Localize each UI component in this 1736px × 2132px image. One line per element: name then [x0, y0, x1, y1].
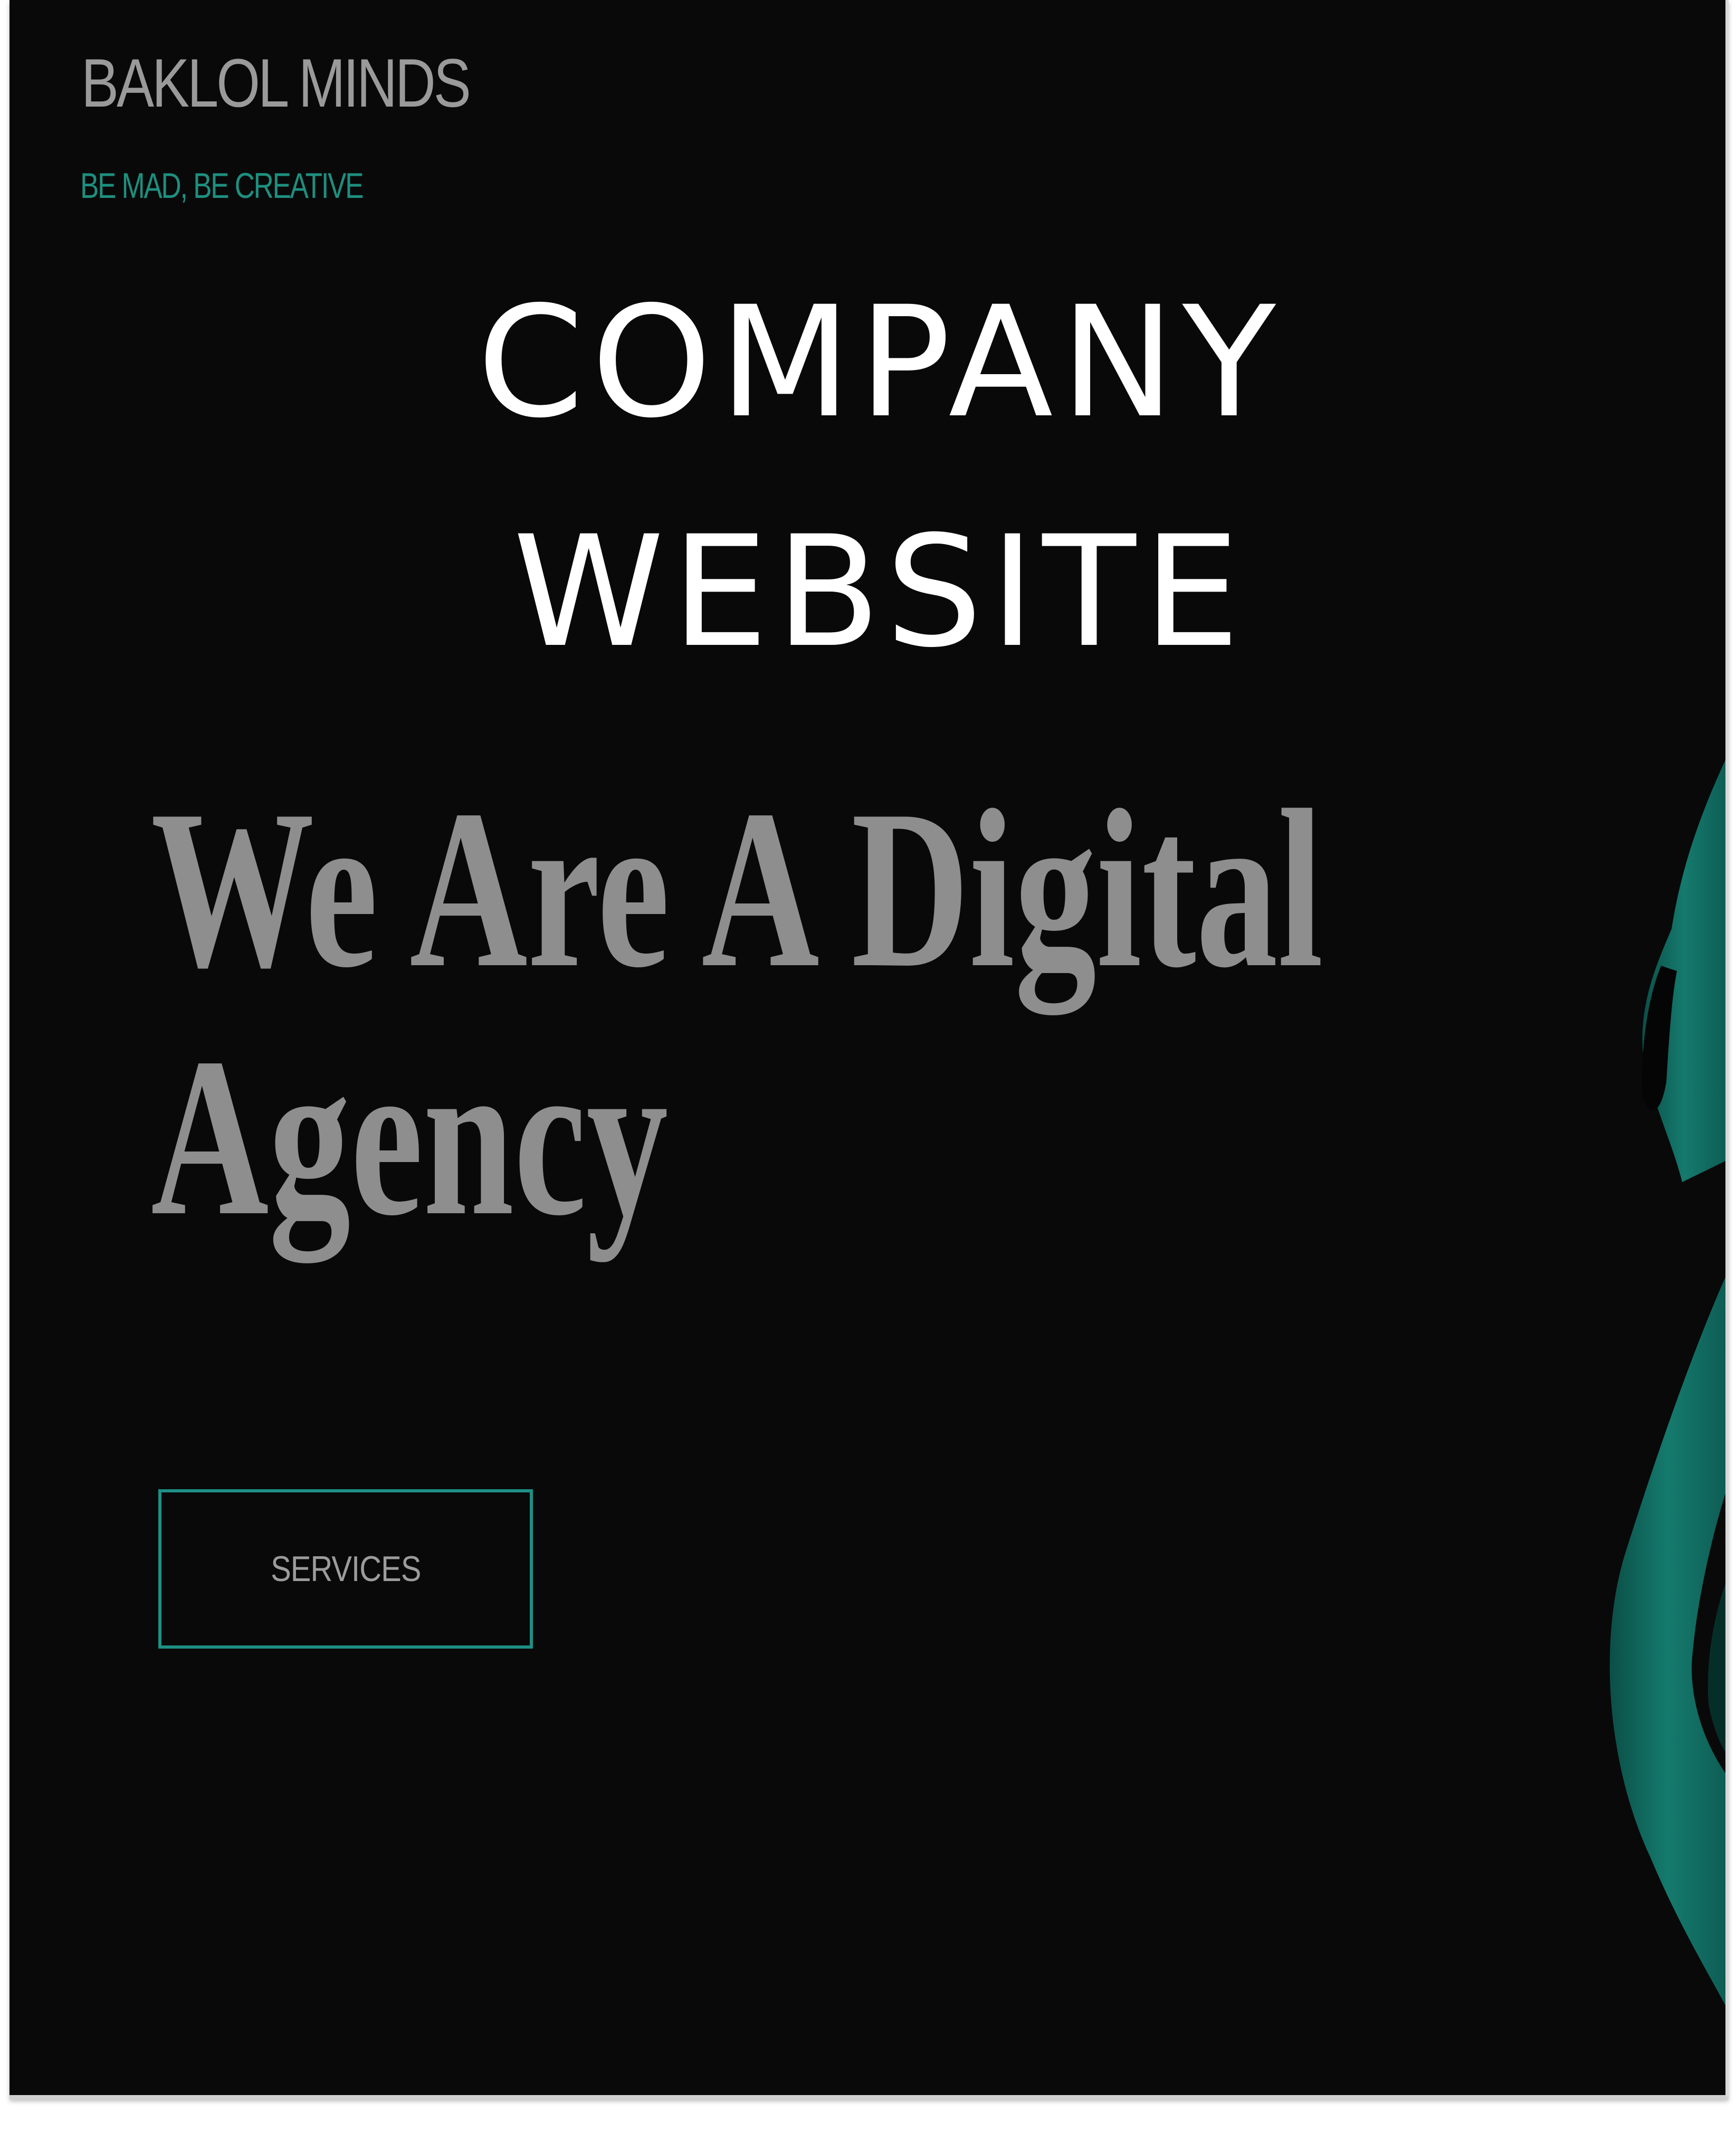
hero-heading: We Are A Digital Agency: [151, 764, 1323, 1263]
brand-tagline: BE MAD, BE CREATIVE: [80, 166, 364, 206]
hero-heading-line-1: We Are A Digital: [151, 764, 1323, 1015]
services-button[interactable]: SERVICES: [158, 1489, 533, 1649]
website-screenshot: BAKLOL MINDS BE MAD, BE CREATIVE COMPANY…: [9, 0, 1729, 2099]
hero-heading-line-2: Agency: [151, 1012, 669, 1263]
overlay-title-line-1: COMPANY: [477, 274, 1283, 452]
brand-name[interactable]: BAKLOL MINDS: [81, 49, 471, 117]
overlay-title: COMPANY WEBSITE: [273, 248, 1487, 707]
services-button-label: SERVICES: [270, 1549, 421, 1589]
overlay-title-line-2: WEBSITE: [513, 503, 1247, 681]
